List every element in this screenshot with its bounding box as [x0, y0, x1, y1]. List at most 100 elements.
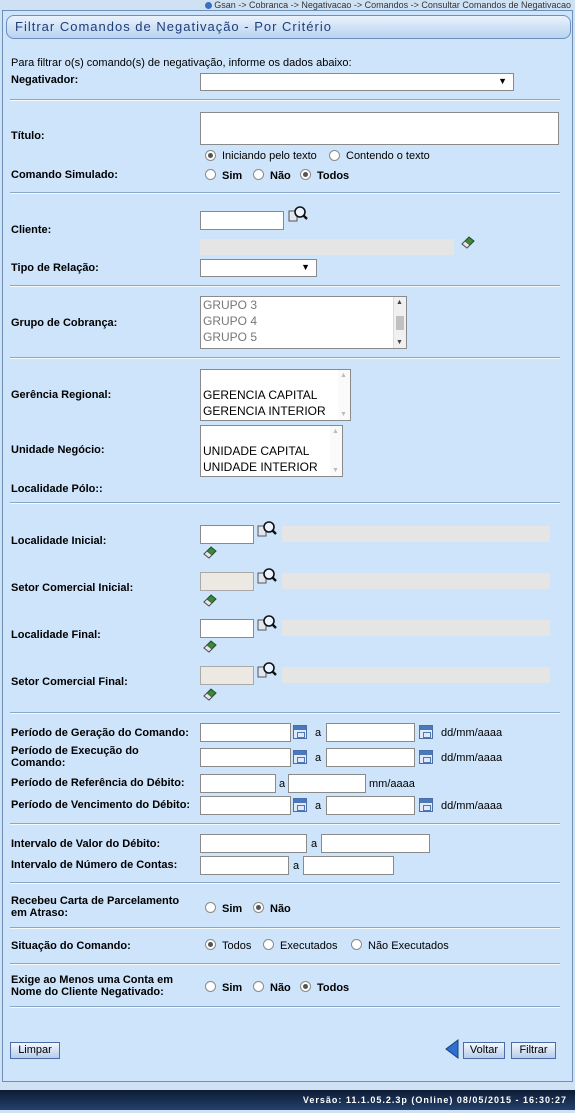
- list-item[interactable]: GRUPO 5: [201, 329, 406, 345]
- divider: [10, 192, 560, 194]
- contas-inicio-input[interactable]: [200, 856, 289, 875]
- scroll-down-icon[interactable]: ▼: [332, 467, 339, 474]
- periodo-geracao-label: Período de Geração do Comando:: [11, 727, 189, 739]
- titulo-iniciando-radio[interactable]: [205, 150, 216, 161]
- geracao-fim-input[interactable]: [326, 723, 415, 742]
- breadcrumb: Gsan -> Cobranca -> Negativacao -> Coman…: [205, 0, 571, 10]
- vencimento-fim-input[interactable]: [326, 796, 415, 815]
- simulado-todos-label: Todos: [317, 170, 350, 182]
- divider: [10, 927, 560, 929]
- exige-nao-label: Não: [270, 982, 291, 994]
- titulo-iniciando-label: Iniciando pelo texto: [222, 150, 317, 162]
- calendar-icon[interactable]: [293, 798, 307, 812]
- carta-nao-radio[interactable]: [253, 902, 264, 913]
- vencimento-inicio-input[interactable]: [200, 796, 291, 815]
- scroll-up-icon[interactable]: ▲: [332, 428, 339, 435]
- page-title: Filtrar Comandos de Negativação - Por Cr…: [6, 15, 571, 39]
- filter-panel: Filtrar Comandos de Negativação - Por Cr…: [2, 10, 573, 1082]
- magnifier-icon[interactable]: [257, 520, 277, 538]
- valor-fim-input[interactable]: [321, 834, 430, 853]
- calendar-icon[interactable]: [419, 798, 433, 812]
- gerencia-regional-list[interactable]: GERENCIA CAPITAL GERENCIA INTERIOR ▲ ▼: [200, 369, 351, 421]
- setor-inicial-input[interactable]: [200, 572, 254, 591]
- tipo-relacao-select[interactable]: ▼: [200, 259, 317, 277]
- calendar-icon[interactable]: [293, 750, 307, 764]
- simulado-todos-radio[interactable]: [300, 169, 311, 180]
- eraser-icon[interactable]: [460, 235, 476, 249]
- situacao-todos-label: Todos: [222, 940, 252, 952]
- titulo-contendo-radio[interactable]: [329, 150, 340, 161]
- limpar-button[interactable]: Limpar: [10, 1042, 60, 1059]
- negativador-label: Negativador:: [11, 74, 79, 86]
- calendar-icon[interactable]: [419, 750, 433, 764]
- scrollbar[interactable]: ▲ ▼: [330, 426, 342, 476]
- gsan-icon: [205, 2, 213, 10]
- list-item[interactable]: UNIDADE INTERIOR: [201, 459, 342, 475]
- filtrar-button[interactable]: Filtrar: [511, 1042, 556, 1059]
- execucao-inicio-input[interactable]: [200, 748, 291, 767]
- magnifier-icon[interactable]: [257, 661, 277, 679]
- contas-fim-input[interactable]: [303, 856, 394, 875]
- localidade-final-name: [282, 620, 550, 636]
- cliente-name-display: [200, 239, 454, 255]
- eraser-icon[interactable]: [202, 639, 218, 653]
- exige-todos-radio[interactable]: [300, 981, 311, 992]
- eraser-icon[interactable]: [202, 593, 218, 607]
- month-format-hint: mm/aaaa: [369, 778, 415, 790]
- unidade-negocio-label: Unidade Negócio:: [11, 444, 105, 456]
- scroll-down-icon[interactable]: ▼: [396, 339, 403, 346]
- list-item[interactable]: GRUPO 3: [201, 297, 406, 313]
- carta-sim-label: Sim: [222, 903, 243, 915]
- calendar-icon[interactable]: [419, 725, 433, 739]
- list-item[interactable]: GRUPO 4: [201, 313, 406, 329]
- situacao-nao-executados-radio[interactable]: [351, 939, 362, 950]
- setor-final-input[interactable]: [200, 666, 254, 685]
- simulado-nao-radio[interactable]: [253, 169, 264, 180]
- grupo-cobranca-list[interactable]: GRUPO 3 GRUPO 4 GRUPO 5 ▲ ▼: [200, 296, 407, 349]
- scrollbar[interactable]: ▲ ▼: [338, 370, 350, 420]
- situacao-todos-radio[interactable]: [205, 939, 216, 950]
- localidade-final-input[interactable]: [200, 619, 254, 638]
- geracao-inicio-input[interactable]: [200, 723, 291, 742]
- simulado-sim-radio[interactable]: [205, 169, 216, 180]
- scrollbar-thumb[interactable]: [396, 316, 404, 330]
- referencia-inicio-input[interactable]: [200, 774, 276, 793]
- situacao-executados-label: Executados: [280, 940, 338, 952]
- comando-simulado-label: Comando Simulado:: [11, 169, 118, 181]
- titulo-textarea[interactable]: [200, 112, 559, 145]
- unidade-negocio-list[interactable]: UNIDADE CAPITAL UNIDADE INTERIOR ▲ ▼: [200, 425, 343, 477]
- setor-final-label: Setor Comercial Final:: [11, 676, 128, 688]
- intro-text: Para filtrar o(s) comando(s) de negativa…: [11, 57, 352, 69]
- scroll-up-icon[interactable]: ▲: [396, 299, 403, 306]
- exige-nao-radio[interactable]: [253, 981, 264, 992]
- execucao-fim-input[interactable]: [326, 748, 415, 767]
- cliente-code-input[interactable]: [200, 211, 284, 230]
- intervalo-valor-label: Intervalo de Valor do Débito:: [11, 838, 161, 850]
- negativador-select[interactable]: ▼: [200, 73, 514, 91]
- localidade-final-label: Localidade Final:: [11, 629, 101, 641]
- carta-sim-radio[interactable]: [205, 902, 216, 913]
- scrollbar[interactable]: ▲ ▼: [393, 297, 406, 348]
- periodo-referencia-label: Período de Referência do Débito:: [11, 777, 185, 789]
- localidade-inicial-input[interactable]: [200, 525, 254, 544]
- breadcrumb-text: Gsan -> Cobranca -> Negativacao -> Coman…: [214, 0, 571, 10]
- voltar-button[interactable]: Voltar: [463, 1042, 505, 1059]
- magnifier-icon[interactable]: [288, 205, 308, 223]
- list-item[interactable]: GERENCIA CAPITAL: [201, 387, 350, 403]
- eraser-icon[interactable]: [202, 545, 218, 559]
- situacao-executados-radio[interactable]: [263, 939, 274, 950]
- back-arrow-icon[interactable]: [445, 1039, 459, 1059]
- scroll-down-icon[interactable]: ▼: [340, 411, 347, 418]
- valor-inicio-input[interactable]: [200, 834, 307, 853]
- scroll-up-icon[interactable]: ▲: [340, 372, 347, 379]
- magnifier-icon[interactable]: [257, 614, 277, 632]
- magnifier-icon[interactable]: [257, 567, 277, 585]
- list-item[interactable]: GERENCIA INTERIOR: [201, 403, 350, 419]
- eraser-icon[interactable]: [202, 687, 218, 701]
- list-item[interactable]: UNIDADE CAPITAL: [201, 443, 342, 459]
- exige-sim-radio[interactable]: [205, 981, 216, 992]
- calendar-icon[interactable]: [293, 725, 307, 739]
- gerencia-regional-label: Gerência Regional:: [11, 389, 112, 401]
- range-separator: a: [315, 752, 322, 764]
- referencia-fim-input[interactable]: [288, 774, 366, 793]
